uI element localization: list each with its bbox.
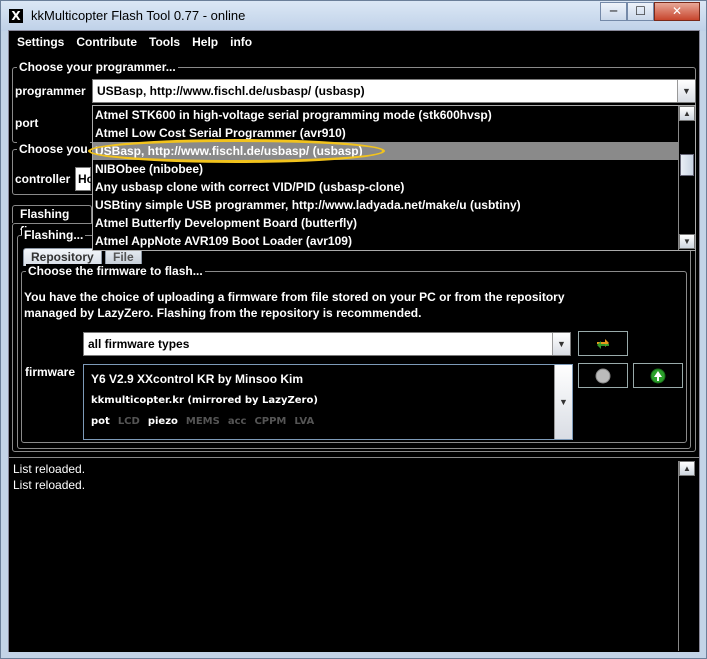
tag-acc: acc [227,416,247,427]
firmware-type-select[interactable]: all firmware types ▼ [83,332,571,356]
menu-settings[interactable]: Settings [11,35,70,49]
info-circle-icon [595,368,611,383]
scroll-thumb[interactable] [680,154,694,176]
dropdown-item[interactable]: USBtiny simple USB programmer, http://ww… [93,196,695,214]
programmer-dropdown-list[interactable]: Atmel STK600 in high-voltage serial prog… [92,105,696,251]
controller-label: controller [15,172,71,186]
firmware-group-legend: Choose the firmware to flash... [26,264,205,278]
log-line: List reloaded. [13,462,86,476]
menu-help[interactable]: Help [186,35,224,49]
controller-select[interactable]: Ho [75,167,94,191]
scroll-up-icon[interactable]: ▲ [679,106,695,121]
firmware-description-line2: managed by LazyZero. Flashing from the r… [24,306,422,320]
application-window: X kkMulticopter Flash Tool 0.77 - online… [0,0,707,659]
chevron-down-icon[interactable]: ▼ [554,365,572,439]
tag-lcd: LCD [117,416,140,427]
dropdown-item[interactable]: Atmel STK600 in high-voltage serial prog… [93,106,695,124]
log-scrollbar[interactable]: ▲ [678,461,695,651]
chevron-down-icon[interactable]: ▼ [677,80,695,102]
maximize-button[interactable]: ☐ [627,2,654,21]
programmer-group-legend: Choose your programmer... [17,60,178,74]
window-title: kkMulticopter Flash Tool 0.77 - online [31,8,246,23]
controller-group-legend: Choose you [17,142,90,156]
dropdown-item[interactable]: Atmel Butterfly Development Board (butte… [93,214,695,232]
highlight-ellipse [88,139,385,163]
menu-tools[interactable]: Tools [143,35,186,49]
firmware-description-line1: You have the choice of uploading a firmw… [24,290,565,304]
firmware-title: Y6 V2.9 XXcontrol KR by Minsoo Kim [91,372,304,386]
firmware-source: kkmulticopter.kr (mirrored by LazyZero) [91,395,318,406]
chevron-down-icon[interactable]: ▼ [552,333,570,355]
dropdown-item[interactable]: Atmel AppNote AVR109 Boot Loader (avr109… [93,232,695,250]
flashing-subgroup-legend: Flashing... [22,228,86,242]
tab-flashing-firmware[interactable]: Flashing firm [12,205,92,238]
tag-piezo: piezo [147,416,178,427]
menu-contribute[interactable]: Contribute [70,35,143,49]
title-bar[interactable]: X kkMulticopter Flash Tool 0.77 - online… [1,1,706,31]
tag-cppm: CPPM [254,416,287,427]
log-area[interactable]: List reloaded. List reloaded. ▲ [9,457,699,652]
programmer-select-value: USBasp, http://www.fischl.de/usbasp/ (us… [97,84,365,98]
dropdown-item[interactable]: Any usbasp clone with correct VID/PID (u… [93,178,695,196]
port-label: port [15,116,39,130]
scroll-up-icon[interactable]: ▲ [679,461,695,476]
flash-button[interactable] [633,363,683,388]
tag-mems: MEMS [185,416,220,427]
flash-run-icon [650,368,666,383]
dropdown-scrollbar[interactable]: ▲ ▼ [678,106,695,250]
info-button[interactable] [578,363,628,388]
dropdown-item[interactable]: NIBObee (nibobee) [93,160,695,178]
menu-bar: Settings Contribute Tools Help info [9,31,699,53]
client-area: Settings Contribute Tools Help info Choo… [8,30,700,652]
refresh-icon [597,338,609,349]
app-icon: X [9,9,23,23]
reload-button[interactable] [578,331,628,356]
firmware-select[interactable]: Y6 V2.9 XXcontrol KR by Minsoo Kim kkmul… [83,364,573,440]
minimize-button[interactable]: ─ [600,2,627,21]
tag-lva: LVA [294,416,315,427]
scroll-down-icon[interactable]: ▼ [679,234,695,249]
log-line: List reloaded. [13,478,86,492]
programmer-select[interactable]: USBasp, http://www.fischl.de/usbasp/ (us… [92,79,696,103]
programmer-label: programmer [15,84,86,98]
firmware-tags: pot LCD piezo MEMS acc CPPM LVA [91,416,314,427]
menu-info[interactable]: info [224,35,258,49]
close-button[interactable]: ✕ [654,2,700,21]
firmware-label: firmware [25,365,76,379]
tag-pot: pot [91,416,110,427]
firmware-type-select-value: all firmware types [88,337,190,351]
